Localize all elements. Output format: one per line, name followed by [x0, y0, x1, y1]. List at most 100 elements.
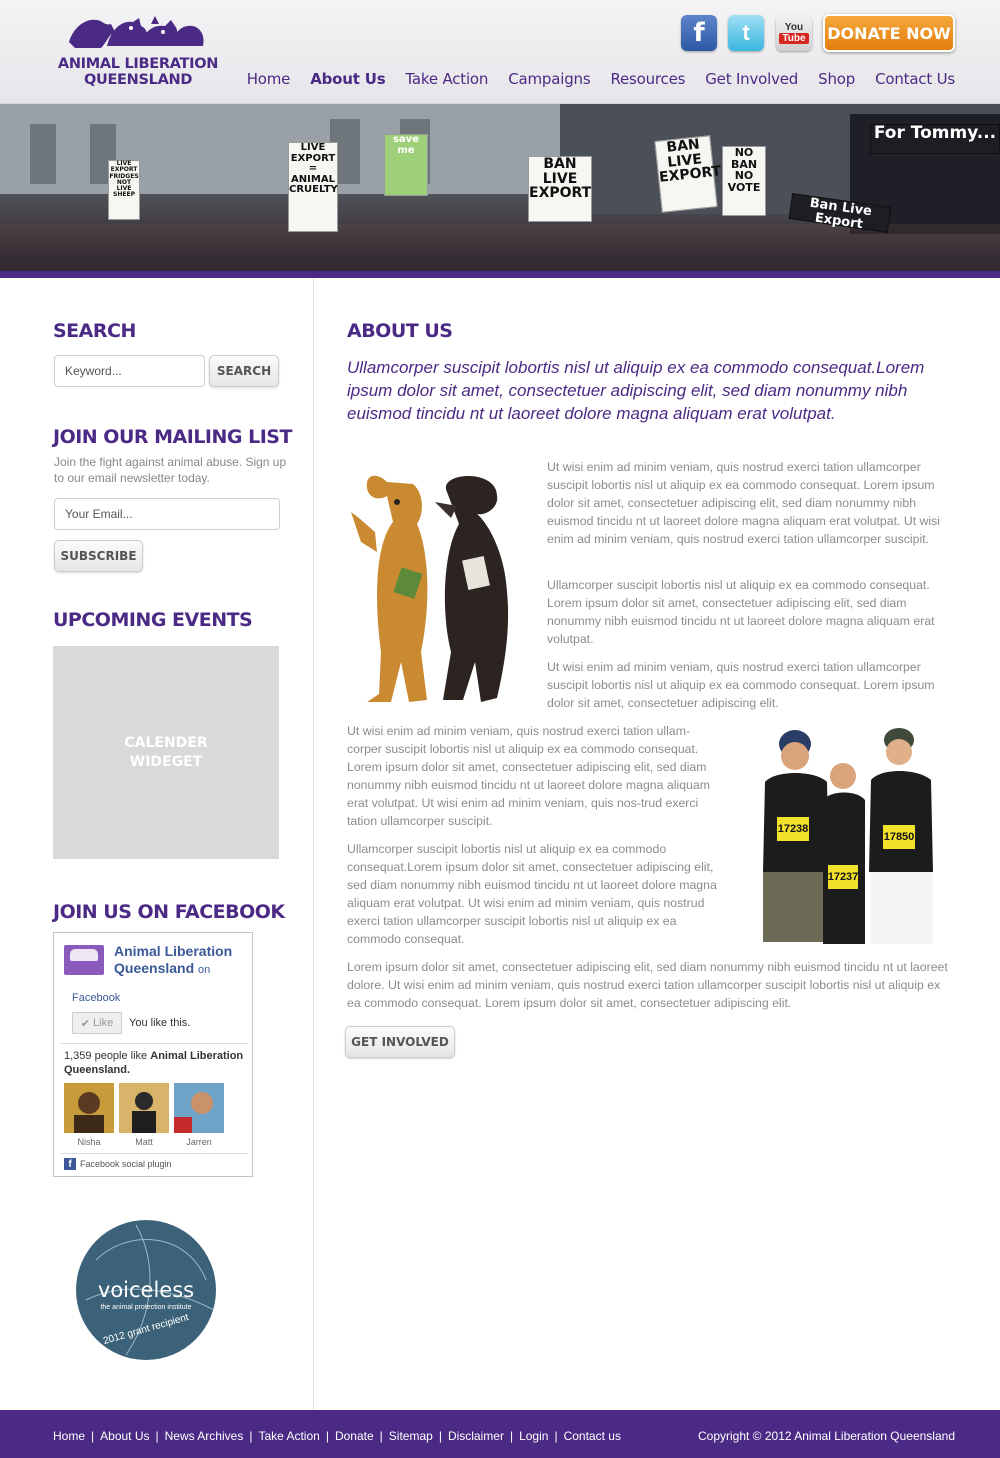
nav-home[interactable]: Home [247, 70, 291, 88]
race-bib: 17850 [883, 825, 915, 849]
fb-like-label: Like [93, 1017, 114, 1029]
race-bib: 17238 [777, 817, 809, 841]
protest-sign: LIVE EXPORT = ANIMAL CRUELTY [288, 142, 338, 232]
donate-now-button[interactable]: DONATE NOW [823, 14, 955, 52]
divider [60, 1043, 248, 1044]
footer-link-news-archives[interactable]: News Archives [165, 1429, 244, 1443]
friend-avatar[interactable] [119, 1083, 169, 1133]
body-paragraph-2: Ullamcorper suscipit lobortis nisl ut al… [547, 578, 935, 646]
fb-plugin-label: Facebook social plugin [80, 1159, 172, 1169]
fb-facebook-link[interactable]: Facebook [72, 992, 120, 1004]
footer-link-sitemap[interactable]: Sitemap [389, 1429, 433, 1443]
protest-sign: BAN LIVE EXPORT [654, 135, 722, 213]
body-paragraph-5: Ullamcorper suscipit lobortis nisl ut al… [347, 842, 717, 946]
subscribe-button[interactable]: SUBSCRIBE [54, 540, 143, 572]
separator: | [249, 1429, 253, 1443]
page-thumbnail-logo [64, 945, 104, 975]
nav-contact-us[interactable]: Contact Us [875, 70, 955, 88]
upcoming-events-heading: UPCOMING EVENTS [53, 609, 253, 631]
protest-sign: save me [384, 134, 428, 196]
fb-count-text: 1,359 people like [64, 1050, 148, 1062]
body-paragraph-6: Lorem ipsum dolor sit amet, consectetuer… [347, 960, 948, 1010]
friend-name[interactable]: Jarren [174, 1137, 224, 1147]
facebook-icon[interactable]: f [681, 15, 717, 51]
banner-divider [0, 271, 1000, 278]
fb-page-name-block: Animal Liberation Queensland on [114, 943, 244, 979]
separator: | [554, 1429, 558, 1443]
body-paragraph-4: Ut wisi enim ad minim veniam, quis nostr… [347, 724, 710, 828]
email-field[interactable]: Your Email... [54, 498, 280, 530]
hero-banner-photo: LIVE EXPORT FRIDGES NOT LIVE SHEEP LIVE … [0, 104, 1000, 272]
copyright-text: Copyright © 2012 Animal Liberation Queen… [697, 1429, 955, 1443]
friend-avatar[interactable] [64, 1083, 114, 1133]
protest-sign: For Tommy... [870, 124, 1000, 154]
fb-like-count: 1,359 people like Animal Liberation Quee… [64, 1049, 244, 1077]
youtube-glyph-bottom: Tube [779, 33, 809, 44]
calendar-label-line2: WIDEGET [129, 753, 203, 770]
fb-social-plugin-footer[interactable]: f Facebook social plugin [64, 1158, 172, 1170]
protest-sign: NO BAN NO VOTE [722, 146, 766, 216]
animal-silhouettes-icon [69, 16, 204, 48]
nav-resources[interactable]: Resources [610, 70, 685, 88]
separator: | [155, 1429, 159, 1443]
youtube-icon[interactable]: You Tube [776, 15, 812, 51]
lead-paragraph: Ullamcorper suscipit lobortis nisl ut al… [347, 358, 925, 423]
nav-campaigns[interactable]: Campaigns [508, 70, 590, 88]
protest-sign: LIVE EXPORT FRIDGES NOT LIVE SHEEP [108, 160, 140, 220]
footer-link-take-action[interactable]: Take Action [258, 1429, 319, 1443]
friend-name[interactable]: Nisha [64, 1137, 114, 1147]
friend-name[interactable]: Matt [119, 1137, 169, 1147]
nav-shop[interactable]: Shop [818, 70, 855, 88]
youtube-glyph-top: You [784, 22, 804, 33]
sidebar: SEARCH Keyword... SEARCH JOIN OUR MAILIN… [0, 278, 314, 1410]
mailing-list-description: Join the fight against animal abuse. Sig… [54, 455, 287, 485]
twitter-glyph: t [742, 20, 750, 45]
runners-photo: 17238 17237 17850 [735, 722, 955, 944]
footer-link-contact-us[interactable]: Contact us [564, 1429, 621, 1443]
separator: | [325, 1429, 329, 1443]
separator: | [379, 1429, 383, 1443]
fb-you-like-text: You like this. [129, 1017, 191, 1029]
fb-page-name[interactable]: Animal Liberation Queensland [114, 943, 232, 976]
body-paragraph-1: Ut wisi enim ad minim veniam, quis nostr… [547, 460, 941, 546]
search-button[interactable]: SEARCH [209, 355, 279, 387]
voiceless-grant-badge[interactable]: voiceless the animal protection institut… [76, 1220, 216, 1360]
nav-about-us[interactable]: About Us [310, 70, 385, 88]
page-title: ABOUT US [347, 320, 453, 342]
twitter-icon[interactable]: t [728, 15, 764, 51]
footer-link-donate[interactable]: Donate [335, 1429, 374, 1443]
facebook-like-box: Animal Liberation Queensland on Facebook… [53, 932, 253, 1177]
facebook-small-icon: f [64, 1158, 76, 1170]
separator: | [91, 1429, 95, 1443]
nav-take-action[interactable]: Take Action [405, 70, 488, 88]
footer-link-disclaimer[interactable]: Disclaimer [448, 1429, 504, 1443]
footer-link-about-us[interactable]: About Us [100, 1429, 149, 1443]
main-nav: Home About Us Take Action Campaigns Reso… [247, 70, 956, 88]
calendar-widget-placeholder: CALENDER WIDEGET [53, 646, 279, 859]
get-involved-button[interactable]: GET INVOLVED [345, 1026, 455, 1058]
fb-like-button[interactable]: ✔ Like [72, 1012, 122, 1034]
mascots-photo [351, 475, 509, 702]
search-input[interactable]: Keyword... [54, 355, 205, 387]
footer-links: Home | About Us | News Archives | Take Acti… [53, 1429, 621, 1443]
search-heading: SEARCH [53, 320, 136, 342]
calendar-label-line1: CALENDER [124, 734, 208, 751]
voiceless-wordmark: voiceless [97, 1278, 195, 1302]
banner-crowd [0, 224, 1000, 272]
footer-link-home[interactable]: Home [53, 1429, 85, 1443]
site-logo[interactable]: ANIMAL LIBERATION QUEENSLAND [53, 12, 223, 90]
check-icon: ✔ [80, 1017, 94, 1030]
logo-text-line2: QUEENSLAND [83, 72, 193, 88]
nav-get-involved[interactable]: Get Involved [705, 70, 798, 88]
separator: | [509, 1429, 514, 1443]
body-paragraph-3: Ut wisi enim ad minim veniam, quis nostr… [547, 660, 935, 710]
protest-sign: BAN LIVE EXPORT [528, 156, 592, 222]
runners-photo-image [763, 728, 933, 944]
divider [60, 1153, 248, 1154]
footer-link-login[interactable]: Login [519, 1429, 548, 1443]
mailing-list-heading: JOIN OUR MAILING LIST [53, 426, 292, 448]
race-bib: 17237 [828, 865, 858, 889]
facebook-heading: JOIN US ON FACEBOOK [53, 901, 285, 923]
friend-avatar[interactable] [174, 1083, 224, 1133]
separator: | [438, 1429, 442, 1443]
